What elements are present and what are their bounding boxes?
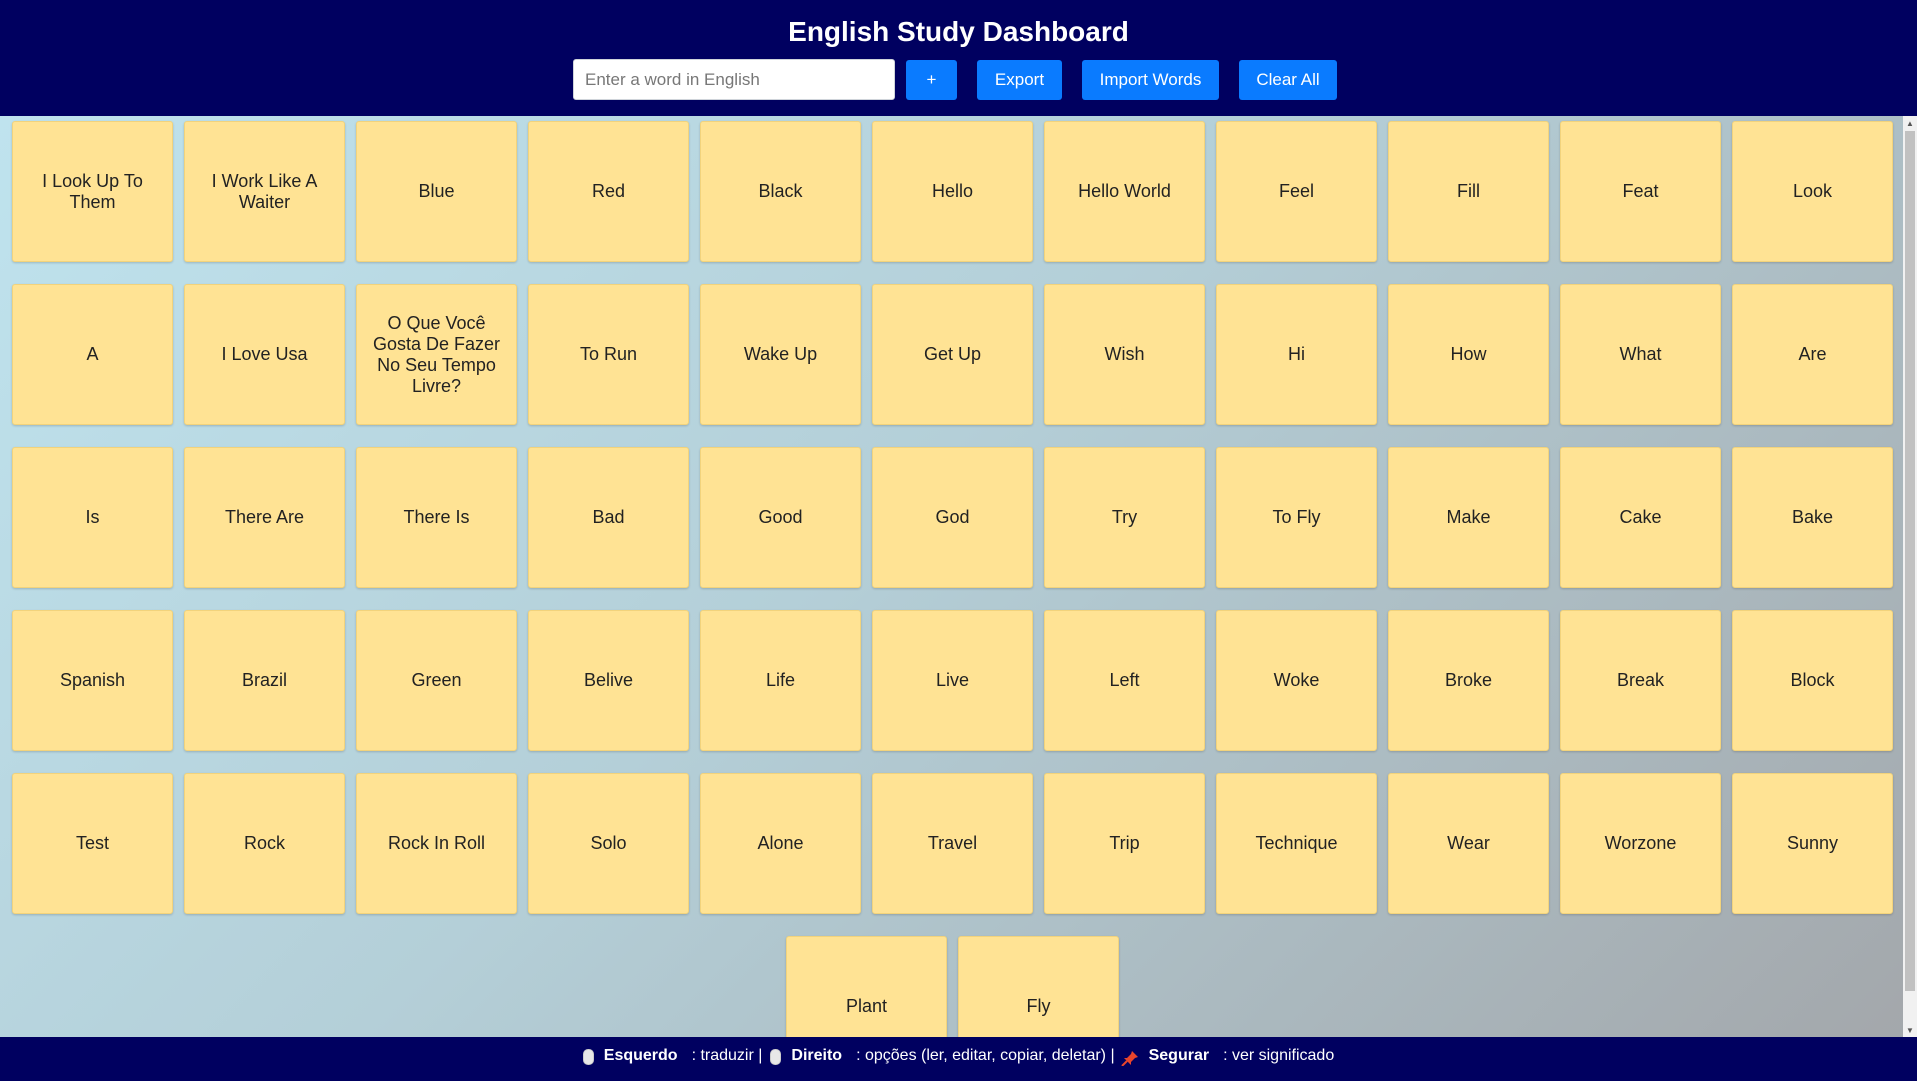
- word-card[interactable]: God: [872, 447, 1033, 588]
- word-card[interactable]: Make: [1388, 447, 1549, 588]
- word-grid: I Look Up To Them I Work Like A Waiter Blu…: [0, 116, 1903, 1037]
- clear-all-button[interactable]: Clear All: [1239, 59, 1337, 100]
- word-card[interactable]: Is: [12, 447, 173, 588]
- add-word-button[interactable]: +: [906, 59, 957, 100]
- word-card[interactable]: A: [12, 284, 173, 425]
- right-click-label: Direito: [791, 1047, 843, 1064]
- word-card[interactable]: Plant: [786, 936, 947, 1037]
- footer-hints: Esquerdo : traduzir | Direito : opções (ler…: [0, 1037, 1917, 1075]
- word-card[interactable]: Live: [872, 610, 1033, 751]
- word-card[interactable]: Brazil: [184, 610, 345, 751]
- word-card[interactable]: Block: [1732, 610, 1893, 751]
- word-card[interactable]: Red: [528, 121, 689, 262]
- word-card[interactable]: Look: [1732, 121, 1893, 262]
- page-title: English Study Dashboard: [788, 16, 1129, 47]
- word-card[interactable]: Belive: [528, 610, 689, 751]
- mouse-icon: [582, 1049, 594, 1065]
- word-card[interactable]: Spanish: [12, 610, 173, 751]
- import-words-button[interactable]: Import Words: [1082, 59, 1219, 100]
- word-card[interactable]: Alone: [700, 773, 861, 914]
- scroll-down-icon[interactable]: ▼: [1903, 1023, 1917, 1037]
- word-card[interactable]: Life: [700, 610, 861, 751]
- word-input[interactable]: [573, 59, 895, 100]
- footer: Esquerdo : traduzir | Direito : opções (ler…: [0, 1037, 1917, 1081]
- word-card[interactable]: What: [1560, 284, 1721, 425]
- word-card[interactable]: There Is: [356, 447, 517, 588]
- word-card[interactable]: Are: [1732, 284, 1893, 425]
- word-card[interactable]: Hello: [872, 121, 1033, 262]
- word-card[interactable]: Fill: [1388, 121, 1549, 262]
- word-card[interactable]: Wish: [1044, 284, 1205, 425]
- export-button[interactable]: Export: [977, 59, 1062, 100]
- right-click-action: : opções (ler, editar, copiar, deletar) …: [856, 1047, 1115, 1064]
- word-card[interactable]: Feel: [1216, 121, 1377, 262]
- word-card[interactable]: Hello World: [1044, 121, 1205, 262]
- word-card[interactable]: Hi: [1216, 284, 1377, 425]
- word-card[interactable]: Worzone: [1560, 773, 1721, 914]
- word-card[interactable]: Technique: [1216, 773, 1377, 914]
- scroll-thumb[interactable]: [1905, 131, 1915, 991]
- word-card[interactable]: Cake: [1560, 447, 1721, 588]
- scroll-up-icon[interactable]: ▲: [1903, 116, 1917, 130]
- word-card[interactable]: I Look Up To Them: [12, 121, 173, 262]
- hold-action: : ver significado: [1223, 1047, 1335, 1064]
- word-card[interactable]: Rock: [184, 773, 345, 914]
- word-card[interactable]: I Work Like A Waiter: [184, 121, 345, 262]
- word-card[interactable]: Green: [356, 610, 517, 751]
- word-card[interactable]: O Que Você Gosta De Fazer No Seu Tempo L…: [356, 284, 517, 425]
- word-card[interactable]: Fly: [958, 936, 1119, 1037]
- word-card[interactable]: To Run: [528, 284, 689, 425]
- pin-icon: [1120, 1051, 1138, 1066]
- word-card[interactable]: How: [1388, 284, 1549, 425]
- left-click-label: Esquerdo: [603, 1047, 678, 1064]
- word-card[interactable]: Broke: [1388, 610, 1549, 751]
- word-card[interactable]: Wear: [1388, 773, 1549, 914]
- word-card[interactable]: Wake Up: [700, 284, 861, 425]
- word-card[interactable]: Travel: [872, 773, 1033, 914]
- word-card[interactable]: Get Up: [872, 284, 1033, 425]
- word-card[interactable]: Sunny: [1732, 773, 1893, 914]
- hold-label: Segurar: [1148, 1047, 1210, 1064]
- word-card[interactable]: Woke: [1216, 610, 1377, 751]
- word-card[interactable]: Black: [700, 121, 861, 262]
- word-card[interactable]: Good: [700, 447, 861, 588]
- mouse-icon: [770, 1049, 782, 1065]
- header: English Study Dashboard + Export Import …: [0, 0, 1917, 116]
- word-card[interactable]: Rock In Roll: [356, 773, 517, 914]
- word-card[interactable]: Blue: [356, 121, 517, 262]
- word-card[interactable]: Feat: [1560, 121, 1721, 262]
- word-card[interactable]: Try: [1044, 447, 1205, 588]
- word-card[interactable]: Bake: [1732, 447, 1893, 588]
- word-controls: + Export Import Words Clear All: [573, 59, 1337, 100]
- word-card[interactable]: Break: [1560, 610, 1721, 751]
- word-board: I Look Up To Them I Work Like A Waiter Blu…: [0, 116, 1917, 1037]
- word-card[interactable]: There Are: [184, 447, 345, 588]
- left-click-action: : traduzir |: [691, 1047, 763, 1064]
- word-card[interactable]: I Love Usa: [184, 284, 345, 425]
- word-card[interactable]: Left: [1044, 610, 1205, 751]
- word-card[interactable]: Trip: [1044, 773, 1205, 914]
- word-card[interactable]: Solo: [528, 773, 689, 914]
- word-card[interactable]: Bad: [528, 447, 689, 588]
- word-card[interactable]: To Fly: [1216, 447, 1377, 588]
- word-card[interactable]: Test: [12, 773, 173, 914]
- vertical-scrollbar[interactable]: ▲ ▼: [1903, 116, 1917, 1037]
